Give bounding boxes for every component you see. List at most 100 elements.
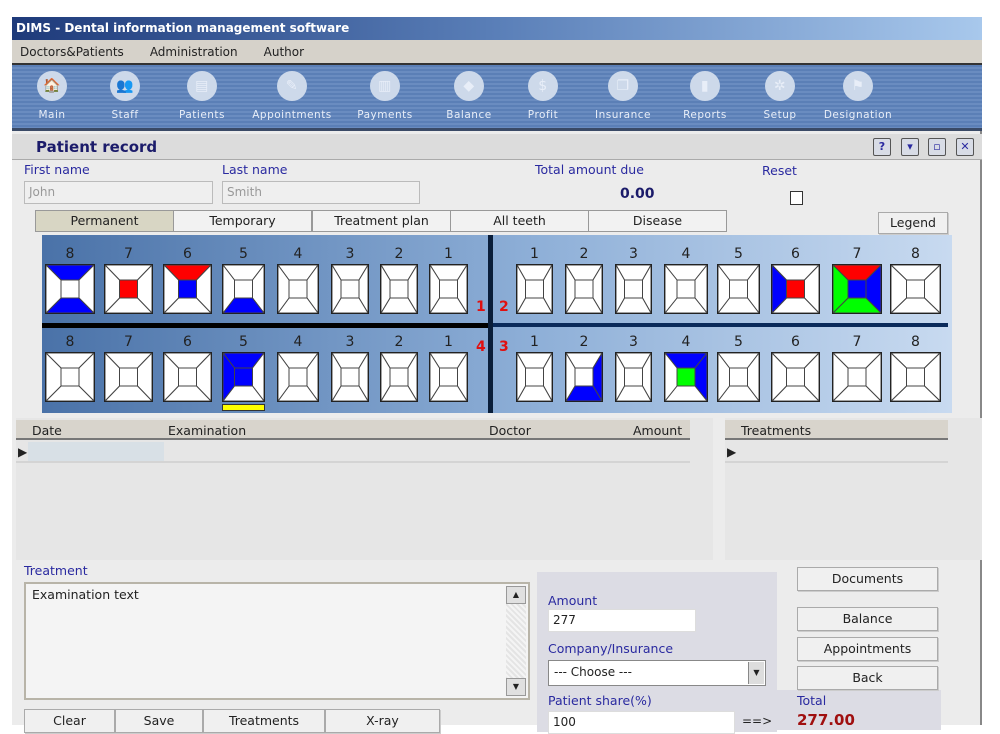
tab-temporary[interactable]: Temporary: [173, 210, 312, 232]
treatments-button[interactable]: Treatments: [203, 709, 325, 733]
examinations-grid[interactable]: Date Examination Doctor Amount ▶: [16, 418, 713, 560]
tab-disease[interactable]: Disease: [588, 210, 727, 232]
surface-center: [624, 367, 643, 387]
tooth-surfaces: [831, 263, 883, 315]
tooth-q2-5[interactable]: [716, 263, 761, 315]
tab-all-teeth[interactable]: All teeth: [450, 210, 589, 232]
surface-center: [729, 367, 748, 387]
patient-share-input[interactable]: 100: [548, 711, 735, 734]
tooth-q4-4[interactable]: [277, 351, 319, 403]
tooth-q3-5[interactable]: [716, 351, 761, 403]
documents-button[interactable]: Documents: [797, 567, 938, 591]
tooth-q4-8[interactable]: [44, 351, 96, 403]
tooth-q2-2[interactable]: [565, 263, 603, 315]
toolbar-profit[interactable]: $ Profit: [498, 71, 588, 121]
tooth-q4-5[interactable]: [221, 351, 266, 403]
minimize-button[interactable]: ▾: [901, 138, 919, 156]
tooth-q2-4[interactable]: [663, 263, 709, 315]
tooth-q3-2[interactable]: [565, 351, 603, 403]
save-button[interactable]: Save: [115, 709, 203, 733]
tooth-number: 8: [911, 246, 920, 262]
toolbar-payments[interactable]: ▥ Payments: [340, 71, 430, 121]
tooth-q3-8[interactable]: [889, 351, 942, 403]
tooth-q1-6[interactable]: [162, 263, 213, 315]
tooth-q2-3[interactable]: [615, 263, 652, 315]
xray-button[interactable]: X-ray: [325, 709, 440, 733]
first-name-field[interactable]: John: [24, 181, 213, 204]
tooth-q1-1[interactable]: [429, 263, 468, 315]
table-row[interactable]: ▶: [16, 442, 690, 463]
surface-center: [676, 367, 696, 387]
treatment-textarea[interactable]: Examination text ▲ ▼: [24, 582, 530, 700]
col-amount[interactable]: Amount: [633, 423, 682, 438]
col-doctor[interactable]: Doctor: [489, 423, 531, 438]
back-button[interactable]: Back: [797, 666, 938, 690]
tooth-q1-2[interactable]: [380, 263, 418, 315]
tooth-surfaces: [889, 351, 942, 403]
tooth-number: 7: [852, 334, 862, 350]
toolbar-setup[interactable]: ✲ Setup: [735, 71, 825, 121]
balance-button[interactable]: Balance: [797, 607, 938, 631]
tooth-q4-6[interactable]: [162, 351, 213, 403]
legend-button[interactable]: Legend: [878, 212, 948, 234]
chevron-down-icon[interactable]: ▼: [748, 662, 764, 684]
tab-treatment-plan[interactable]: Treatment plan: [312, 210, 451, 232]
tooth-q1-4[interactable]: [277, 263, 319, 315]
col-examination[interactable]: Examination: [168, 423, 246, 438]
scrollbar[interactable]: ▲ ▼: [506, 586, 526, 696]
surface-center: [340, 279, 360, 299]
tooth-q2-1[interactable]: [516, 263, 553, 315]
amount-input[interactable]: 277: [548, 609, 696, 632]
surface-center: [906, 279, 925, 299]
tooth-q4-3[interactable]: [331, 351, 369, 403]
treatments-grid[interactable]: Treatments ▶: [725, 418, 982, 560]
total-label: Total: [797, 693, 827, 708]
reset-checkbox[interactable]: [790, 191, 803, 205]
selected-cell[interactable]: [28, 442, 164, 461]
surface-center: [624, 279, 643, 299]
tooth-surfaces: [663, 351, 709, 403]
tooth-q4-2[interactable]: [380, 351, 418, 403]
tooth-q1-5[interactable]: [221, 263, 266, 315]
toolbar-designation[interactable]: ⚑ Designation: [813, 71, 903, 121]
tooth-q1-3[interactable]: [331, 263, 369, 315]
appointments-button[interactable]: Appointments: [797, 637, 938, 661]
tooth-q4-1[interactable]: [429, 351, 468, 403]
tooth-number: 6: [791, 334, 800, 350]
tooth-q3-4[interactable]: [663, 351, 709, 403]
tooth-q3-3[interactable]: [615, 351, 652, 403]
table-row[interactable]: ▶: [725, 442, 948, 463]
tab-permanent[interactable]: Permanent: [35, 210, 174, 232]
tooth-q3-7[interactable]: [831, 351, 883, 403]
toolbar-appointments[interactable]: ✎ Appointments: [247, 71, 337, 121]
scroll-down-icon[interactable]: ▼: [506, 678, 526, 696]
col-date[interactable]: Date: [32, 423, 62, 438]
col-treatments[interactable]: Treatments: [741, 423, 811, 438]
tooth-q1-7[interactable]: [103, 263, 154, 315]
reset-label: Reset: [762, 163, 797, 178]
menu-doctors-patients[interactable]: Doctors&Patients: [20, 45, 124, 59]
last-name-field[interactable]: Smith: [222, 181, 420, 204]
tooth-q4-7[interactable]: [103, 351, 154, 403]
menu-administration[interactable]: Administration: [150, 45, 238, 59]
tooth-q3-6[interactable]: [770, 351, 821, 403]
toolbar-insurance[interactable]: ❐ Insurance: [578, 71, 668, 121]
tooth-q1-8[interactable]: [44, 263, 96, 315]
tooth-surfaces: [516, 351, 553, 403]
tooth-q2-6[interactable]: [770, 263, 821, 315]
toolbar-label: Profit: [527, 109, 559, 121]
insurance-select[interactable]: --- Choose --- ▼: [548, 660, 766, 686]
tooth-q2-8[interactable]: [889, 263, 942, 315]
clear-button[interactable]: Clear: [24, 709, 115, 733]
scroll-up-icon[interactable]: ▲: [506, 586, 526, 604]
toolbar-label: Payments: [357, 109, 413, 121]
tooth-surfaces: [221, 263, 266, 315]
toolbar-patients[interactable]: ▤ Patients: [157, 71, 247, 121]
tooth-q3-1[interactable]: [516, 351, 553, 403]
menu-author[interactable]: Author: [264, 45, 304, 59]
help-button[interactable]: ?: [873, 138, 891, 156]
close-button[interactable]: ✕: [956, 138, 974, 156]
maximize-button[interactable]: ▫: [928, 138, 946, 156]
tooth-surfaces: [44, 263, 96, 315]
tooth-q2-7[interactable]: [831, 263, 883, 315]
